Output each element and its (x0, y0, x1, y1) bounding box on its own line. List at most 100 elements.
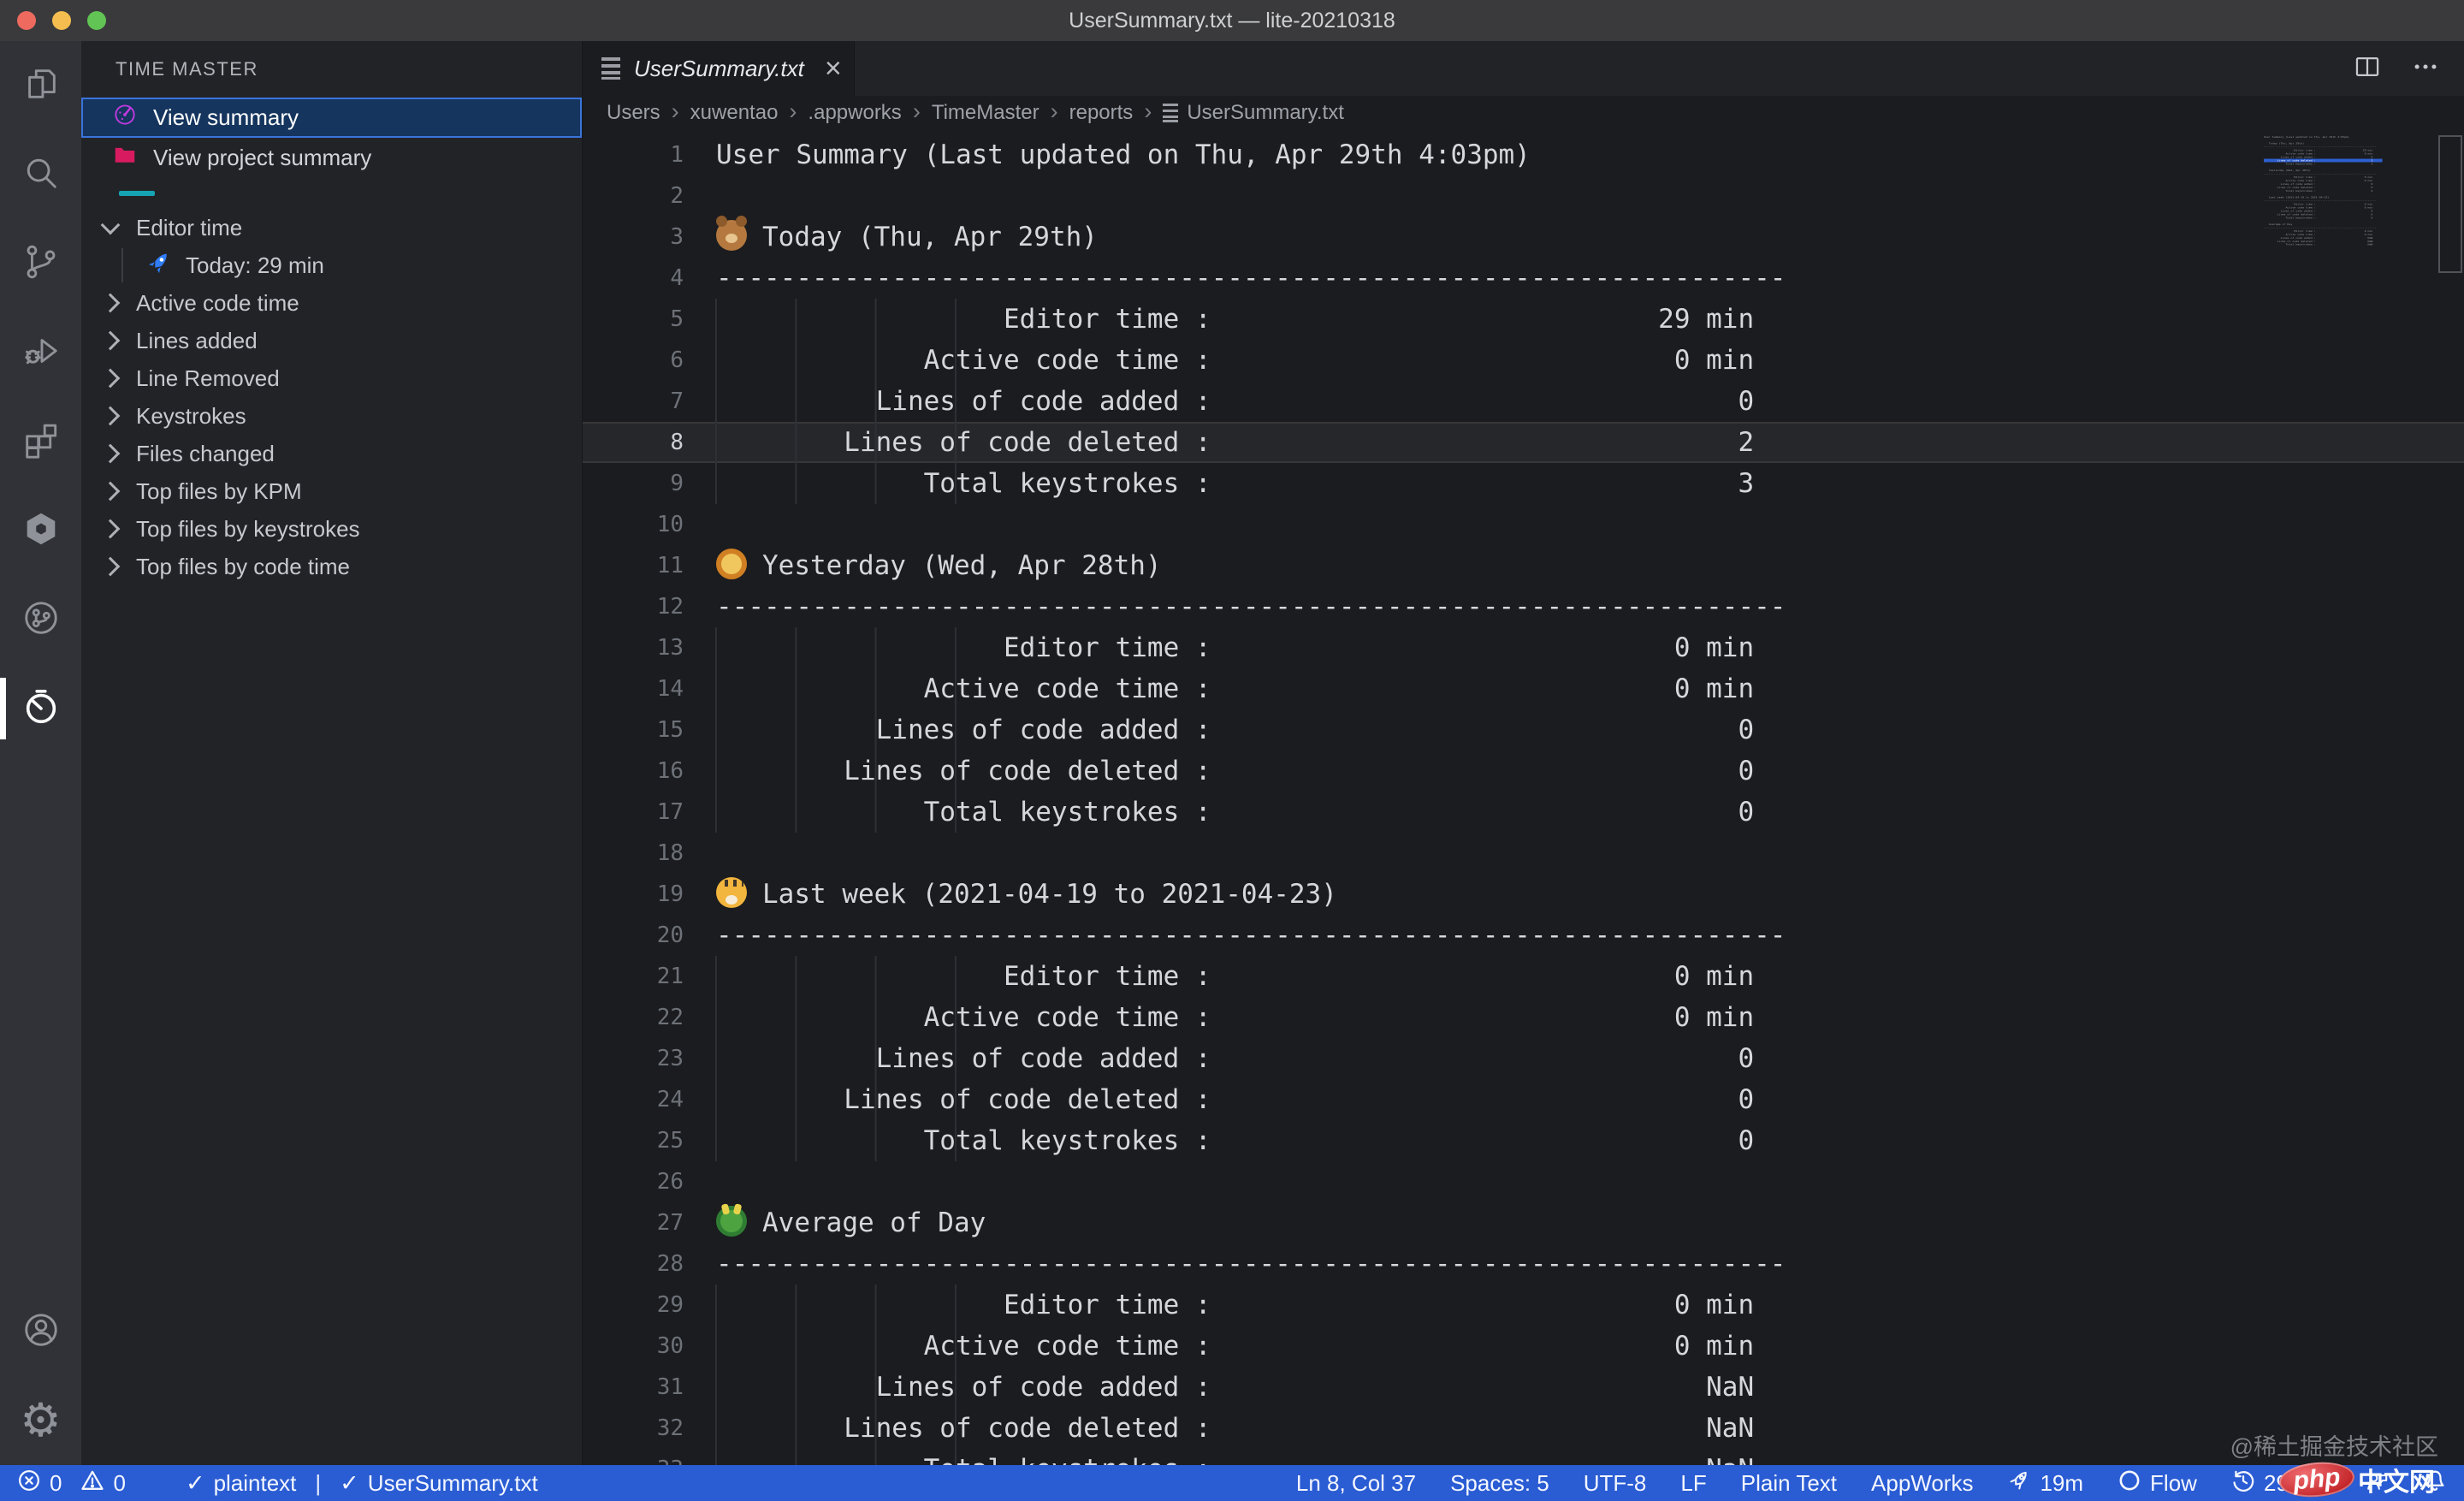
status-spaces-5[interactable]: Spaces: 5 (1450, 1470, 1549, 1497)
code-line[interactable]: 16 Lines of code deleted : 0 (583, 750, 2464, 792)
status-bell-icon[interactable] (2423, 1468, 2447, 1498)
code-line[interactable]: 25 Total keystrokes : 0 (583, 1120, 2464, 1161)
code-line[interactable]: 32 Lines of code deleted : NaN (583, 1408, 2464, 1449)
code-line[interactable]: 18 (583, 833, 2464, 874)
code-editor[interactable]: 1User Summary (Last updated on Thu, Apr … (583, 130, 2464, 1465)
code-line[interactable]: 21 Editor time : 0 min (583, 956, 2464, 997)
code-line[interactable]: 3Today (Thu, Apr 29th) (583, 217, 2464, 258)
breadcrumb-item[interactable]: Users (607, 101, 660, 125)
status-ln-8-col-37[interactable]: Ln 8, Col 37 (1296, 1470, 1416, 1497)
status-label: UserSummary.txt (368, 1470, 538, 1497)
code-line[interactable]: 12--------------------------------------… (583, 586, 2464, 627)
code-line[interactable]: 14 Active code time : 0 min (583, 668, 2464, 709)
activity-run-debug-button[interactable] (0, 308, 81, 397)
line-text: Lines of code added : 0 (716, 381, 1754, 422)
status-19m[interactable]: 19m (2007, 1468, 2083, 1498)
minimap[interactable]: User Summary (Last updated on Thu, Apr 2… (2264, 135, 2385, 289)
code-line[interactable]: 26 (583, 1161, 2464, 1202)
error-icon (17, 1468, 41, 1498)
tree-item-label: Files changed (136, 441, 275, 467)
tab-usersummary[interactable]: UserSummary.txt × (583, 41, 855, 96)
code-line[interactable]: 6 Active code time : 0 min (583, 340, 2464, 381)
breadcrumb-item[interactable]: reports (1069, 101, 1134, 125)
vscode-window: UserSummary.txt — lite-20210318 ⚙ TIME M… (0, 0, 2464, 1501)
breadcrumb-item-file[interactable]: UserSummary.txt (1163, 101, 1344, 125)
code-line[interactable]: 13 Editor time : 0 min (583, 627, 2464, 668)
activity-extensions-button[interactable] (0, 397, 81, 486)
code-line[interactable]: 5 Editor time : 29 min (583, 299, 2464, 340)
activity-explorer-button[interactable] (0, 41, 81, 130)
maximize-window-button[interactable] (87, 11, 106, 30)
activity-appworks-button[interactable] (0, 486, 81, 575)
status-lf[interactable]: LF (1680, 1470, 1706, 1497)
code-line[interactable]: 17 Total keystrokes : 0 (583, 792, 2464, 833)
line-number: 22 (583, 997, 684, 1038)
code-line[interactable]: 8 Lines of code deleted : 2 (583, 422, 2464, 463)
chevron-right-icon (101, 369, 121, 389)
tree-item-active-code-time[interactable]: Active code time (81, 284, 582, 322)
tree-item-top-files-by-keystrokes[interactable]: Top files by keystrokes (81, 510, 582, 548)
code-line[interactable]: 27Average of Day (583, 1202, 2464, 1243)
tree-item-top-files-by-code-time[interactable]: Top files by code time (81, 548, 582, 585)
code-line[interactable]: 24 Lines of code deleted : 0 (583, 1079, 2464, 1120)
code-line[interactable]: 11Yesterday (Wed, Apr 28th) (583, 545, 2464, 586)
tree-item-top-files-by-kpm[interactable]: Top files by KPM (81, 472, 582, 510)
code-line[interactable]: 28--------------------------------------… (583, 1243, 2464, 1284)
status-plain-text[interactable]: Plain Text (1741, 1470, 1837, 1497)
tree-item-line-removed[interactable]: Line Removed (81, 359, 582, 397)
dragon-emoji (716, 1206, 747, 1237)
code-line[interactable]: 7 Lines of code added : 0 (583, 381, 2464, 422)
status-feedback-icon[interactable] (2365, 1468, 2389, 1498)
code-line[interactable]: 4---------------------------------------… (583, 258, 2464, 299)
code-line[interactable]: 23 Lines of code added : 0 (583, 1038, 2464, 1079)
sidebar-menu: View summaryView project summary (81, 98, 582, 178)
tree-item-files-changed[interactable]: Files changed (81, 435, 582, 472)
tree-item-today-29-min[interactable]: Today: 29 min (81, 246, 582, 284)
status-utf-8[interactable]: UTF-8 (1584, 1470, 1647, 1497)
code-line[interactable]: 1User Summary (Last updated on Thu, Apr … (583, 134, 2464, 175)
status-problems-error[interactable]: 0 (17, 1468, 62, 1498)
status-problems-warning[interactable]: 0 (80, 1468, 125, 1498)
scrollbar-slider[interactable] (2438, 135, 2462, 273)
status-flow[interactable]: Flow (2118, 1468, 2197, 1498)
minimize-window-button[interactable] (52, 11, 71, 30)
close-window-button[interactable] (17, 11, 36, 30)
close-tab-icon[interactable]: × (825, 54, 842, 83)
code-line[interactable]: 19Last week (2021-04-19 to 2021-04-23) (583, 874, 2464, 915)
breadcrumb-item[interactable]: .appworks (808, 101, 901, 125)
breadcrumb-item[interactable]: xuwentao (690, 101, 779, 125)
activity-project-graph-button[interactable] (0, 575, 81, 664)
activity-search-button[interactable] (0, 130, 81, 219)
code-line[interactable]: 31 Lines of code added : NaN (583, 1367, 2464, 1408)
status-plaintext[interactable]: ✓plaintext (186, 1470, 296, 1497)
line-text: ----------------------------------------… (716, 1243, 1786, 1284)
activity-time-master-button[interactable] (0, 664, 81, 753)
activity-accounts-button[interactable] (0, 1287, 81, 1376)
more-actions-button[interactable] (2411, 52, 2440, 86)
status-29-min[interactable]: 29 min (2231, 1468, 2331, 1498)
tree-item-lines-added[interactable]: Lines added (81, 322, 582, 359)
activity-source-control-button[interactable] (0, 219, 81, 308)
code-line[interactable]: 33 Total keystrokes : NaN (583, 1449, 2464, 1465)
activity-settings-button[interactable]: ⚙ (0, 1376, 81, 1465)
breadcrumb-item[interactable]: TimeMaster (932, 101, 1040, 125)
code-line[interactable]: 10 (583, 504, 2464, 545)
code-line[interactable]: 29 Editor time : 0 min (583, 1284, 2464, 1326)
status-usersummary-txt[interactable]: ✓UserSummary.txt (340, 1470, 538, 1497)
tree-item-keystrokes[interactable]: Keystrokes (81, 397, 582, 435)
code-line[interactable]: 9 Total keystrokes : 3 (583, 463, 2464, 504)
gauge-icon (112, 102, 138, 133)
split-editor-button[interactable] (2353, 52, 2382, 86)
sidebar-item-view-summary[interactable]: View summary (81, 98, 582, 138)
code-line[interactable]: 30 Active code time : 0 min (583, 1326, 2464, 1367)
tree-item-label: Lines added (136, 328, 258, 354)
code-line[interactable]: 20--------------------------------------… (583, 915, 2464, 956)
status-label: 19m (2040, 1470, 2083, 1497)
sidebar-item-view-project-summary[interactable]: View project summary (81, 138, 582, 178)
status-appworks[interactable]: AppWorks (1871, 1470, 1973, 1497)
code-line[interactable]: 22 Active code time : 0 min (583, 997, 2464, 1038)
code-line[interactable]: 15 Lines of code added : 0 (583, 709, 2464, 750)
code-line[interactable]: 2 (583, 175, 2464, 217)
tree-item-editor-time[interactable]: Editor time (81, 209, 582, 246)
tab-bar: UserSummary.txt × (583, 41, 2464, 96)
